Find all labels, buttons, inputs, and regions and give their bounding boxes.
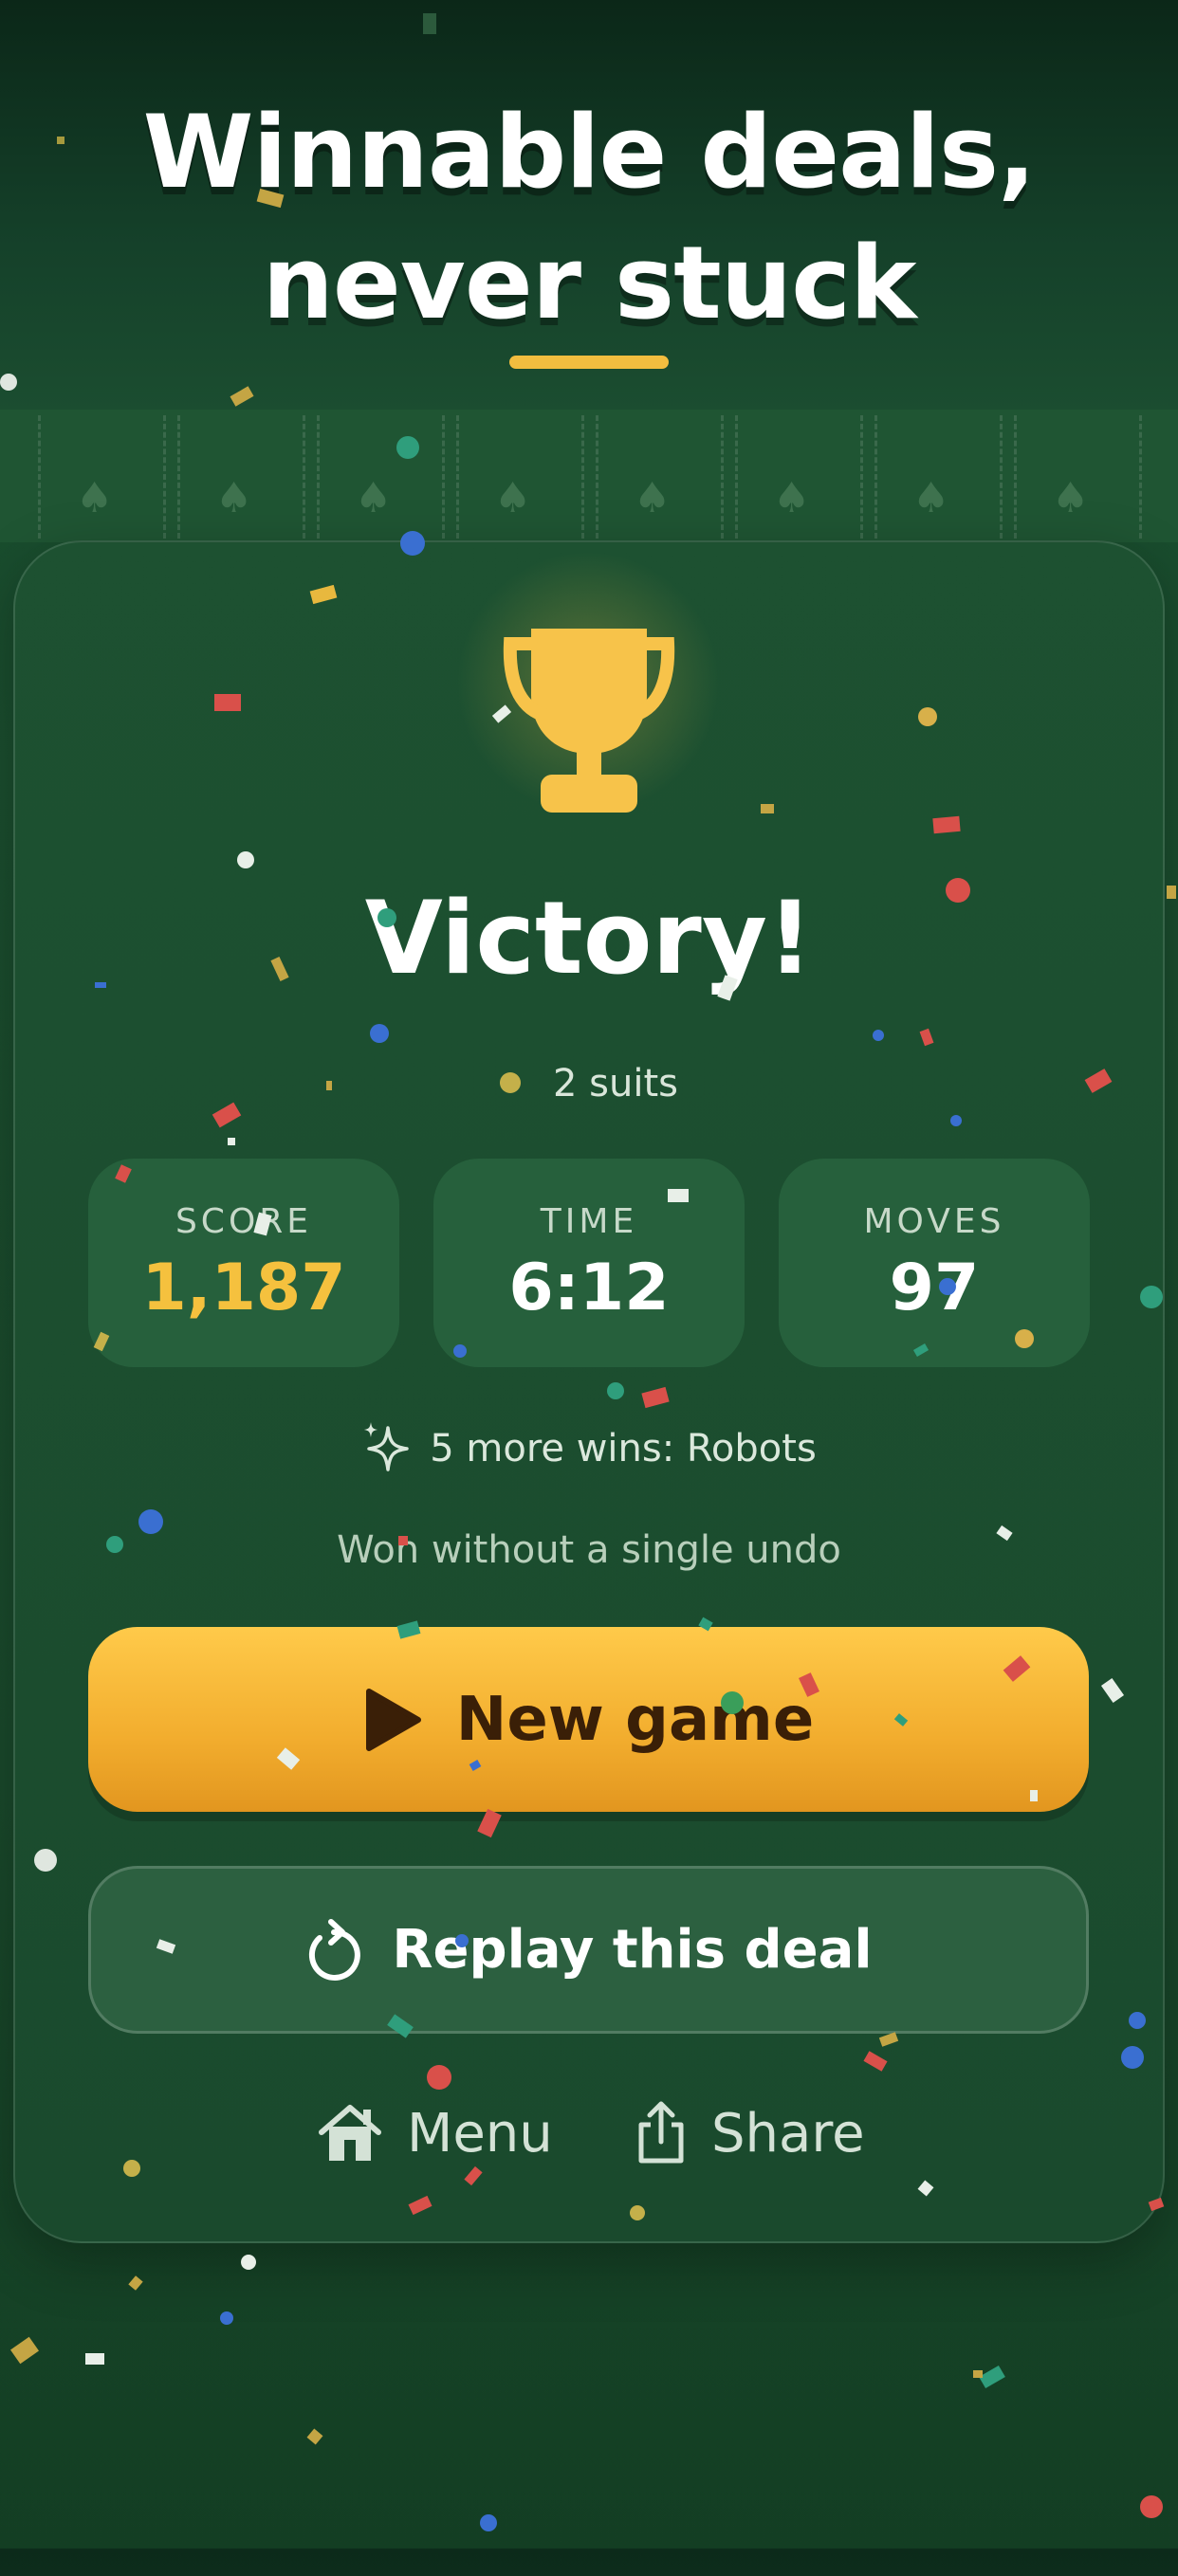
spade-icon: ♠ [355, 474, 393, 522]
confetti-piece [220, 2311, 233, 2325]
headline-line-1: Winnable deals, [142, 94, 1037, 210]
stat-label: TIME [540, 1202, 638, 1241]
stat-card-moves: MOVES 97 [779, 1159, 1090, 1367]
menu-link[interactable]: Menu [316, 2097, 553, 2169]
spade-icon: ♠ [215, 474, 253, 522]
replay-deal-button[interactable]: Replay this deal [88, 1866, 1089, 2034]
headline-title: Winnable deals, never stuck [0, 87, 1178, 349]
menu-label: Menu [407, 2102, 553, 2165]
stat-label: MOVES [863, 1202, 1005, 1241]
mode-label: 2 suits [553, 1062, 678, 1105]
trophy-icon [503, 629, 675, 813]
headline-underline [509, 356, 669, 369]
new-game-button[interactable]: New game [88, 1627, 1089, 1812]
stat-value: 6:12 [508, 1251, 670, 1325]
mode-indicator-dot [500, 1072, 521, 1093]
undo-note: Won without a single undo [337, 1528, 841, 1572]
play-icon [365, 1688, 421, 1751]
game-mode: 2 suits [0, 1057, 1178, 1110]
confetti-piece [1140, 2495, 1163, 2518]
unlock-progress: 5 more wins: Robots [0, 1422, 1178, 1477]
replay-icon [309, 1918, 361, 1981]
confetti-piece [241, 2255, 256, 2270]
victory-title: Victory! [364, 880, 814, 996]
confetti-piece [973, 2370, 983, 2378]
confetti-piece [306, 2428, 323, 2445]
headline-line-2: never stuck [262, 225, 916, 341]
spade-icon: ♠ [912, 474, 950, 522]
confetti-piece [480, 2514, 497, 2531]
spade-icon: ♠ [76, 474, 114, 522]
spade-icon: ♠ [494, 474, 532, 522]
stat-value: 97 [889, 1251, 980, 1325]
share-link[interactable]: Share [634, 2097, 865, 2169]
stat-label: SCORE [175, 1202, 313, 1241]
stat-card-score: SCORE 1,187 [88, 1159, 399, 1367]
confetti-piece [128, 2275, 143, 2291]
spade-icon: ♠ [1052, 474, 1090, 522]
spade-icon: ♠ [773, 474, 811, 522]
share-icon [638, 2101, 684, 2164]
unlock-text: 5 more wins: Robots [430, 1427, 817, 1471]
stat-card-time: TIME 6:12 [433, 1159, 745, 1367]
replay-label: Replay this deal [392, 1919, 873, 1981]
new-game-label: New game [455, 1684, 815, 1755]
confetti-piece [10, 2336, 39, 2365]
stat-value: 1,187 [141, 1251, 346, 1325]
confetti-piece [979, 2365, 1005, 2389]
share-label: Share [711, 2102, 865, 2165]
confetti-piece [85, 2353, 104, 2365]
spade-icon: ♠ [634, 474, 672, 522]
home-icon [319, 2105, 381, 2161]
headline-banner: Winnable deals, never stuck [0, 0, 1178, 410]
sparkle-icon [364, 1422, 409, 1471]
